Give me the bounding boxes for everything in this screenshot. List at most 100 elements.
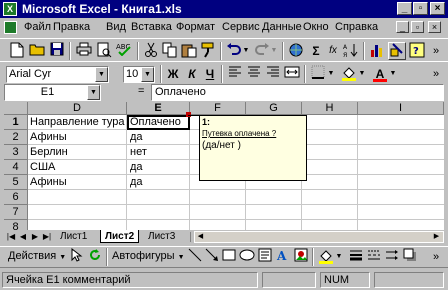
row-header[interactable]: 7 xyxy=(4,205,28,220)
arrow-style-icon[interactable] xyxy=(383,248,401,266)
autoshapes-menu[interactable]: Автофигуры ▼ xyxy=(112,250,185,262)
title-bar[interactable]: X Microsoft Excel - Книга1.xls _ ▫ × xyxy=(0,0,448,18)
zoom-icon[interactable]: » xyxy=(428,42,444,60)
wordart-icon[interactable]: A xyxy=(274,248,292,266)
maximize-button[interactable]: ▫ xyxy=(413,2,428,15)
menu-tools[interactable]: Сервис xyxy=(222,21,260,33)
align-right-icon[interactable] xyxy=(264,65,282,83)
undo-dropdown-icon[interactable]: ▼ xyxy=(242,42,250,60)
menu-window[interactable]: Окно xyxy=(303,21,329,33)
underline-button[interactable]: Ч xyxy=(201,65,219,83)
more-buttons-icon[interactable]: » xyxy=(428,65,444,83)
arrow-icon[interactable] xyxy=(203,248,221,266)
cell-d3[interactable]: Берлин xyxy=(30,145,68,160)
redo-dropdown-icon[interactable]: ▼ xyxy=(270,42,278,60)
merge-center-icon[interactable] xyxy=(283,65,301,83)
fill-color-dropdown-icon[interactable]: ▼ xyxy=(358,65,366,83)
oval-icon[interactable] xyxy=(238,248,256,266)
cell-d2[interactable]: Афины xyxy=(30,130,67,145)
row-header[interactable]: 8 xyxy=(4,220,28,230)
drawing-toggle-icon[interactable] xyxy=(388,42,406,60)
cut-icon[interactable] xyxy=(142,42,160,60)
copy-icon[interactable] xyxy=(161,42,179,60)
sheet-tab-2-active[interactable]: Лист2 xyxy=(100,230,140,243)
tab-split-handle[interactable] xyxy=(190,232,191,242)
sheet-tab-3[interactable]: Лист3 xyxy=(144,230,179,243)
text-box-icon[interactable] xyxy=(256,248,274,266)
spelling-icon[interactable]: ABC xyxy=(115,42,133,60)
format-painter-icon[interactable] xyxy=(199,42,217,60)
row-header[interactable]: 1 xyxy=(4,115,28,130)
name-box[interactable]: E1 ▼ xyxy=(4,84,101,101)
minimize-button[interactable]: _ xyxy=(397,2,412,15)
font-color-dropdown-icon[interactable]: ▼ xyxy=(389,65,397,83)
select-objects-icon[interactable] xyxy=(68,247,86,266)
menu-view[interactable]: Вид xyxy=(106,21,126,33)
borders-dropdown-icon[interactable]: ▼ xyxy=(327,65,335,83)
scroll-left-icon[interactable]: ◀ xyxy=(195,232,206,242)
function-button[interactable]: fx xyxy=(324,42,342,60)
doc-close-button[interactable]: × xyxy=(428,21,441,33)
column-header-g[interactable]: G xyxy=(246,102,302,115)
fill-color-icon[interactable] xyxy=(340,65,358,83)
chevron-down-icon[interactable]: ▼ xyxy=(141,67,154,82)
line-icon[interactable] xyxy=(186,248,204,266)
redo-icon[interactable] xyxy=(253,42,271,60)
align-center-icon[interactable] xyxy=(245,65,263,83)
menu-format[interactable]: Формат xyxy=(176,21,215,33)
menu-insert[interactable]: Вставка xyxy=(131,21,172,33)
prev-sheet-icon[interactable]: ◀ xyxy=(18,231,28,242)
menu-help[interactable]: Справка xyxy=(335,21,378,33)
office-assistant-icon[interactable]: ? xyxy=(408,42,426,60)
save-icon[interactable] xyxy=(48,42,66,60)
row-header[interactable]: 2 xyxy=(4,130,28,145)
formula-input[interactable]: Оплачено xyxy=(151,84,444,101)
more-buttons-icon[interactable]: » xyxy=(428,248,444,266)
undo-icon[interactable] xyxy=(225,42,243,60)
autosum-button[interactable]: Σ xyxy=(307,42,325,60)
new-document-icon[interactable] xyxy=(8,42,26,60)
print-preview-icon[interactable] xyxy=(95,42,113,60)
column-header-f[interactable]: F xyxy=(190,102,246,115)
doc-restore-button[interactable]: ▫ xyxy=(411,21,424,33)
chevron-down-icon[interactable]: ▼ xyxy=(95,67,108,82)
italic-button[interactable]: К xyxy=(183,65,201,83)
sort-ascending-icon[interactable]: AЯ xyxy=(341,42,359,60)
sheet-tab-1[interactable]: Лист1 xyxy=(56,230,91,243)
font-color-button[interactable]: A xyxy=(371,65,389,83)
menu-data[interactable]: Данные xyxy=(262,21,302,33)
menu-edit[interactable]: Правка xyxy=(53,21,90,33)
formula-equals[interactable]: = xyxy=(138,85,144,97)
column-header-e[interactable]: E xyxy=(127,102,190,115)
font-name-combo[interactable]: Arial Cyr ▼ xyxy=(6,66,109,83)
cell-e4[interactable]: да xyxy=(130,160,143,175)
paste-icon[interactable] xyxy=(180,42,198,60)
rectangle-icon[interactable] xyxy=(220,248,238,266)
column-header-h[interactable]: H xyxy=(302,102,358,115)
cell-e3[interactable]: нет xyxy=(130,145,147,160)
column-header-i[interactable]: I xyxy=(358,102,444,115)
row-header[interactable]: 5 xyxy=(4,175,28,190)
column-header-d[interactable]: D xyxy=(28,102,127,115)
row-header[interactable]: 4 xyxy=(4,160,28,175)
fill-color-icon[interactable] xyxy=(317,248,335,266)
font-size-combo[interactable]: 10 ▼ xyxy=(123,66,155,83)
next-sheet-icon[interactable]: ▶ xyxy=(30,231,40,242)
cell-e2[interactable]: да xyxy=(130,130,143,145)
line-style-icon[interactable] xyxy=(347,248,365,266)
cell-e1-selected[interactable]: Оплачено xyxy=(127,115,190,130)
chevron-down-icon[interactable]: ▼ xyxy=(87,85,100,100)
free-rotate-icon[interactable] xyxy=(86,248,104,266)
align-left-icon[interactable] xyxy=(226,65,244,83)
dash-style-icon[interactable] xyxy=(365,248,383,266)
last-sheet-icon[interactable]: ▶| xyxy=(42,231,52,242)
row-header[interactable]: 6 xyxy=(4,190,28,205)
actions-menu[interactable]: Действия ▼ xyxy=(8,250,66,262)
excel-icon[interactable]: X xyxy=(3,2,17,16)
cell-d5[interactable]: Афины xyxy=(30,175,67,190)
clip-art-icon[interactable] xyxy=(292,248,310,266)
cell-d1[interactable]: Направление тура xyxy=(30,115,125,130)
doc-minimize-button[interactable]: _ xyxy=(396,21,409,33)
select-all-corner[interactable] xyxy=(4,102,28,115)
fill-color-dropdown-icon[interactable]: ▼ xyxy=(335,248,343,266)
